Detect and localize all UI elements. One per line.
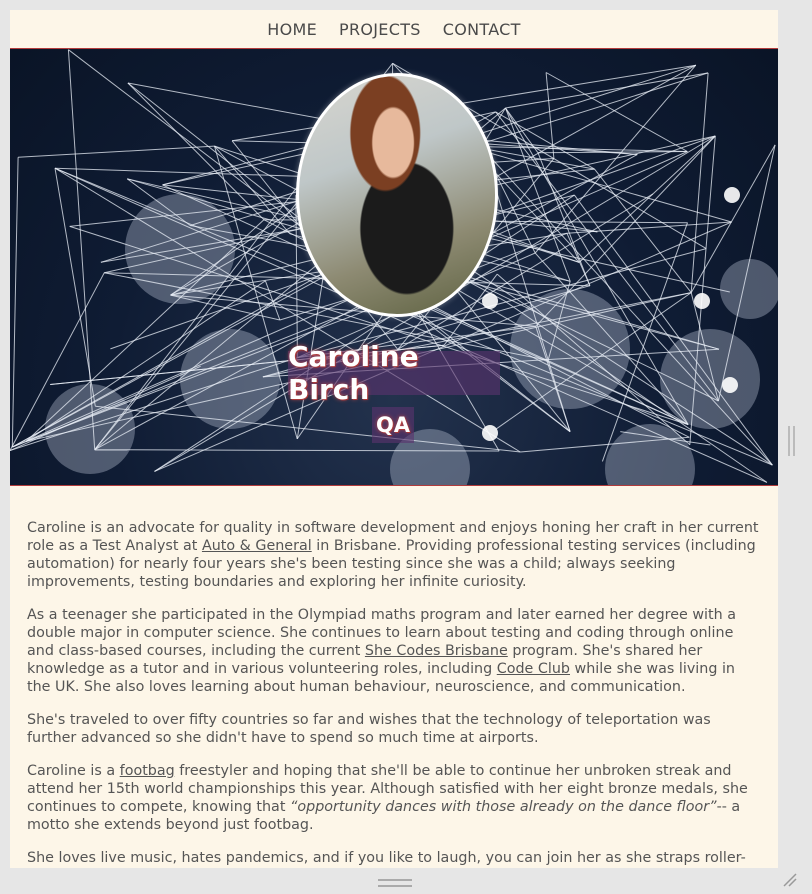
profile-photo (296, 73, 498, 317)
nav-projects-link[interactable]: PROJECTS (339, 20, 421, 39)
hero-name: Caroline Birch (288, 340, 419, 406)
hero-banner: Caroline Birch QA (10, 49, 778, 486)
page-frame: HOME PROJECTS CONTACT Caroline Birch QA … (10, 10, 778, 868)
resize-grip-icon[interactable] (782, 872, 798, 888)
nav-contact-link[interactable]: CONTACT (443, 20, 521, 39)
hero-role: QA (375, 413, 411, 437)
hero-name-box: Caroline Birch (288, 340, 500, 406)
resize-handle-bottom[interactable] (378, 879, 412, 887)
about-paragraph-2: As a teenager she participated in the Ol… (27, 606, 761, 696)
footbag-link[interactable]: footbag (120, 763, 175, 779)
about-paragraph-3: She's traveled to over fifty countries s… (27, 712, 711, 746)
scrollbar-grip[interactable] (788, 426, 795, 456)
auto-general-link[interactable]: Auto & General (202, 538, 312, 554)
motto-quote: “opportunity dances with those already o… (289, 799, 717, 815)
top-nav: HOME PROJECTS CONTACT (10, 10, 778, 49)
code-club-link[interactable]: Code Club (497, 661, 570, 677)
she-codes-brisbane-link[interactable]: She Codes Brisbane (365, 643, 508, 659)
paragraph-text: Caroline is a (27, 763, 120, 779)
about-paragraph-5: She loves live music, hates pandemics, a… (27, 850, 746, 866)
nav-home-link[interactable]: HOME (267, 20, 317, 39)
about-paragraph-4: Caroline is a footbag freestyler and hop… (27, 762, 761, 834)
about-paragraph-1: Caroline is an advocate for quality in s… (27, 519, 761, 591)
about-content: Caroline is an advocate for quality in s… (10, 486, 778, 867)
hero-role-box: QA (372, 407, 414, 443)
